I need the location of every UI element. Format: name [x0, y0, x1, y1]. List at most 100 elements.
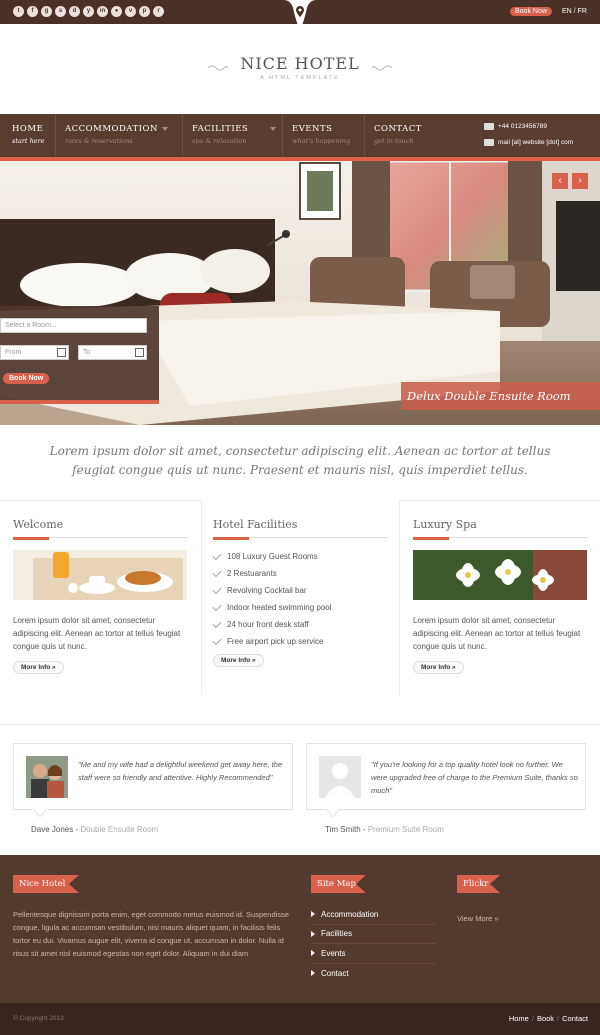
welcome-column: Welcome Lorem ipsum dolor sit amet, cons… [13, 518, 188, 674]
slider-prev-button[interactable]: ‹ [552, 173, 568, 189]
vimeo-icon[interactable]: v [125, 6, 136, 17]
sitemap-link[interactable]: Contact [311, 964, 436, 984]
nav-item-accommodation[interactable]: ACCOMMODATION rates & reservations [56, 114, 183, 157]
sitemap-list: Accommodation Facilities Events Contact [311, 905, 436, 983]
checkmark-icon [212, 618, 222, 628]
social-links: t f g s d y in ● v p r [13, 6, 164, 17]
more-info-button[interactable]: More Info » [413, 661, 464, 674]
nav-sublabel: rates & reservations [65, 137, 133, 145]
footer-about-text: Pellentesque dignissim porta enim, eget … [13, 910, 289, 958]
author-room: Double Ensuite Room [80, 825, 159, 834]
spa-flowers-image [413, 550, 587, 600]
testimonial-author: Dave Jones - Double Ensuite Room [31, 825, 159, 834]
nav-item-facilities[interactable]: FACILITIES spa & relaxation [183, 114, 283, 157]
spa-text: Lorem ipsum dolor sit amet, consectetur … [413, 616, 581, 651]
avatar [26, 756, 68, 798]
facility-item: Indoor heated swimming pool [212, 599, 388, 616]
bottom-link[interactable]: Contact [562, 1014, 588, 1023]
nav-sublabel: spa & relaxation [192, 137, 247, 145]
nav-item-home[interactable]: HOME start here [0, 114, 56, 157]
testimonial-card: "Me and my wife had a delightful weekend… [13, 743, 293, 810]
to-date-field[interactable]: To [78, 345, 147, 360]
sitemap-link[interactable]: Accommodation [311, 905, 436, 925]
youtube-icon[interactable]: y [83, 6, 94, 17]
sitemap-label: Contact [321, 968, 349, 978]
nav-item-contact[interactable]: CONTACT get in touch [365, 114, 447, 157]
language-switcher[interactable]: EN / FR [562, 8, 587, 15]
checkmark-icon [212, 567, 222, 577]
twitter-icon[interactable]: t [13, 6, 24, 17]
sitemap-link[interactable]: Facilities [311, 925, 436, 944]
main-nav: HOME start here ACCOMMODATION rates & re… [0, 114, 600, 157]
book-now-button[interactable]: Book Now [510, 7, 552, 16]
nav-label: CONTACT [374, 124, 422, 134]
brand: NICE HOTEL A HTML TEMPLATE [0, 54, 600, 81]
triangle-right-icon [311, 911, 315, 918]
facilities-column: Hotel Facilities 108 Luxury Guest Rooms 2… [212, 518, 388, 667]
triangle-right-icon [311, 930, 315, 937]
bottom-link[interactable]: Home [509, 1014, 529, 1023]
mail-icon [484, 139, 494, 146]
sitemap-label: Events [321, 948, 346, 958]
slider-next-button[interactable]: › [572, 173, 588, 189]
skype-icon[interactable]: s [55, 6, 66, 17]
booking-submit-button[interactable]: Book Now [3, 373, 50, 384]
testimonial-author: Tim Smith - Premium Suite Room [325, 825, 444, 834]
facility-item: Revolving Cocktail bar [212, 582, 388, 599]
facility-label: 2 Restuarants [227, 569, 277, 578]
spa-column: Luxury Spa Lorem ipsum dolor sit amet, c… [413, 518, 588, 674]
author-name: Tim Smith [325, 825, 361, 834]
google-plus-icon[interactable]: g [41, 6, 52, 17]
phone-icon [484, 123, 494, 130]
dribbble-icon[interactable]: d [69, 6, 80, 17]
breakfast-image [13, 550, 187, 600]
nav-sublabel: start here [12, 137, 45, 145]
more-info-button[interactable]: More Info » [213, 654, 264, 667]
facility-label: Free airport pick up service [227, 637, 324, 646]
calendar-icon[interactable] [57, 348, 66, 357]
pinterest-icon[interactable]: p [139, 6, 150, 17]
more-info-button[interactable]: More Info » [13, 661, 64, 674]
facebook-icon[interactable]: f [27, 6, 38, 17]
separator: / [531, 1014, 534, 1023]
footer-sitemap-title: Site Map [311, 875, 366, 893]
footer-about-title: Nice Hotel [13, 875, 79, 893]
rss-icon[interactable]: r [153, 6, 164, 17]
checkmark-icon [212, 584, 222, 594]
checkmark-icon [212, 550, 222, 560]
phone-number: +44 0123456789 [498, 123, 547, 130]
facility-item: 2 Restuarants [212, 565, 388, 582]
author-room: Premium Suite Room [367, 825, 444, 834]
facility-item: Free airport pick up service [212, 633, 388, 650]
booking-accent-bar [0, 400, 159, 404]
email-contact: mail [at] website [dot] com [484, 139, 573, 146]
footer-heading: Site Map [317, 879, 356, 889]
separator: / [557, 1014, 560, 1023]
sitemap-label: Accommodation [321, 909, 379, 919]
nav-label: HOME [12, 124, 44, 134]
footer-heading: Nice Hotel [19, 879, 66, 889]
checkmark-icon [212, 635, 222, 645]
facility-item: 108 Luxury Guest Rooms [212, 548, 388, 565]
triangle-right-icon [311, 950, 315, 957]
flickr-icon[interactable]: ● [111, 6, 122, 17]
phone-contact: +44 0123456789 [484, 123, 547, 130]
facility-label: Indoor heated swimming pool [227, 603, 332, 612]
site-subtitle: A HTML TEMPLATE [260, 75, 340, 81]
sitemap-link[interactable]: Events [311, 944, 436, 964]
calendar-icon[interactable] [135, 348, 144, 357]
testimonial-card: "If you're looking for a top quality hot… [306, 743, 586, 810]
facility-label: 108 Luxury Guest Rooms [227, 552, 318, 561]
nav-label: FACILITIES [192, 124, 249, 134]
from-date-field[interactable]: From [0, 345, 69, 360]
flickr-view-more-link[interactable]: View More » [457, 914, 499, 923]
tagline: Lorem ipsum dolor sit amet, consectetur … [49, 444, 551, 477]
testimonial-quote: "Me and my wife had a delightful weekend… [78, 760, 283, 782]
site-title[interactable]: NICE HOTEL [0, 54, 600, 73]
room-select[interactable]: Select a Room... [0, 318, 147, 333]
facility-label: 24 hour front desk staff [227, 620, 309, 629]
linkedin-icon[interactable]: in [97, 6, 108, 17]
author-name: Dave Jones [31, 825, 74, 834]
nav-item-events[interactable]: EVENTS what's happening [283, 114, 365, 157]
bottom-link[interactable]: Book [537, 1014, 554, 1023]
